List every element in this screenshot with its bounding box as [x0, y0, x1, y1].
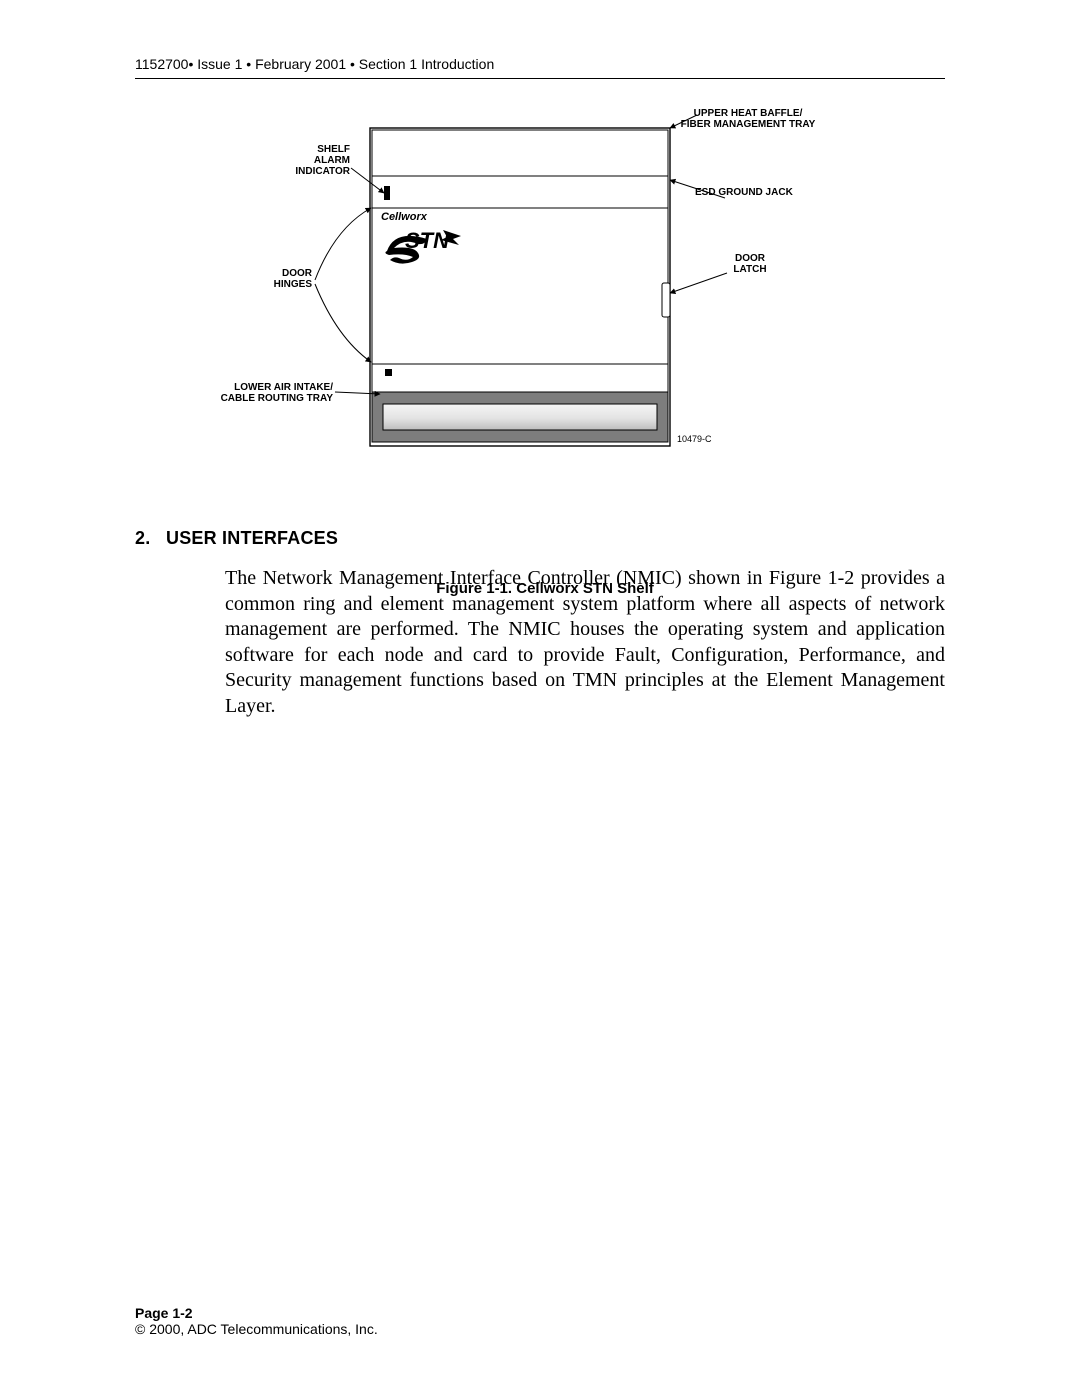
section-heading: 2. USER INTERFACES — [135, 528, 338, 549]
section-number: 2. — [135, 528, 150, 548]
running-header: 1152700• Issue 1 • February 2001 • Secti… — [135, 56, 945, 72]
label-upper-baffle: UPPER HEAT BAFFLE/FIBER MANAGEMENT TRAY — [663, 108, 833, 130]
section-body: The Network Management Interface Control… — [225, 566, 945, 720]
label-esd-jack: ESD GROUND JACK — [695, 187, 793, 198]
label-door-hinges: DOORHINGES — [240, 268, 312, 290]
document-page: 1152700• Issue 1 • February 2001 • Secti… — [0, 0, 1080, 1397]
figure-1-1: Cellworx STN SHELFALARMINDICATOR DOORHIN… — [265, 108, 825, 448]
cellworx-logo-text: Cellworx — [381, 211, 428, 223]
label-door-latch: DOORLATCH — [720, 253, 780, 275]
label-lower-intake: LOWER AIR INTAKE/CABLE ROUTING TRAY — [185, 382, 333, 404]
page-footer: Page 1-2 © 2000, ADC Telecommunications,… — [135, 1305, 378, 1337]
copyright: © 2000, ADC Telecommunications, Inc. — [135, 1321, 378, 1337]
drawing-id: 10479-C — [677, 434, 712, 444]
page-number: Page 1-2 — [135, 1305, 378, 1321]
label-shelf-alarm: SHELFALARMINDICATOR — [255, 144, 350, 178]
header-rule — [135, 78, 945, 79]
section-title: USER INTERFACES — [166, 528, 338, 548]
